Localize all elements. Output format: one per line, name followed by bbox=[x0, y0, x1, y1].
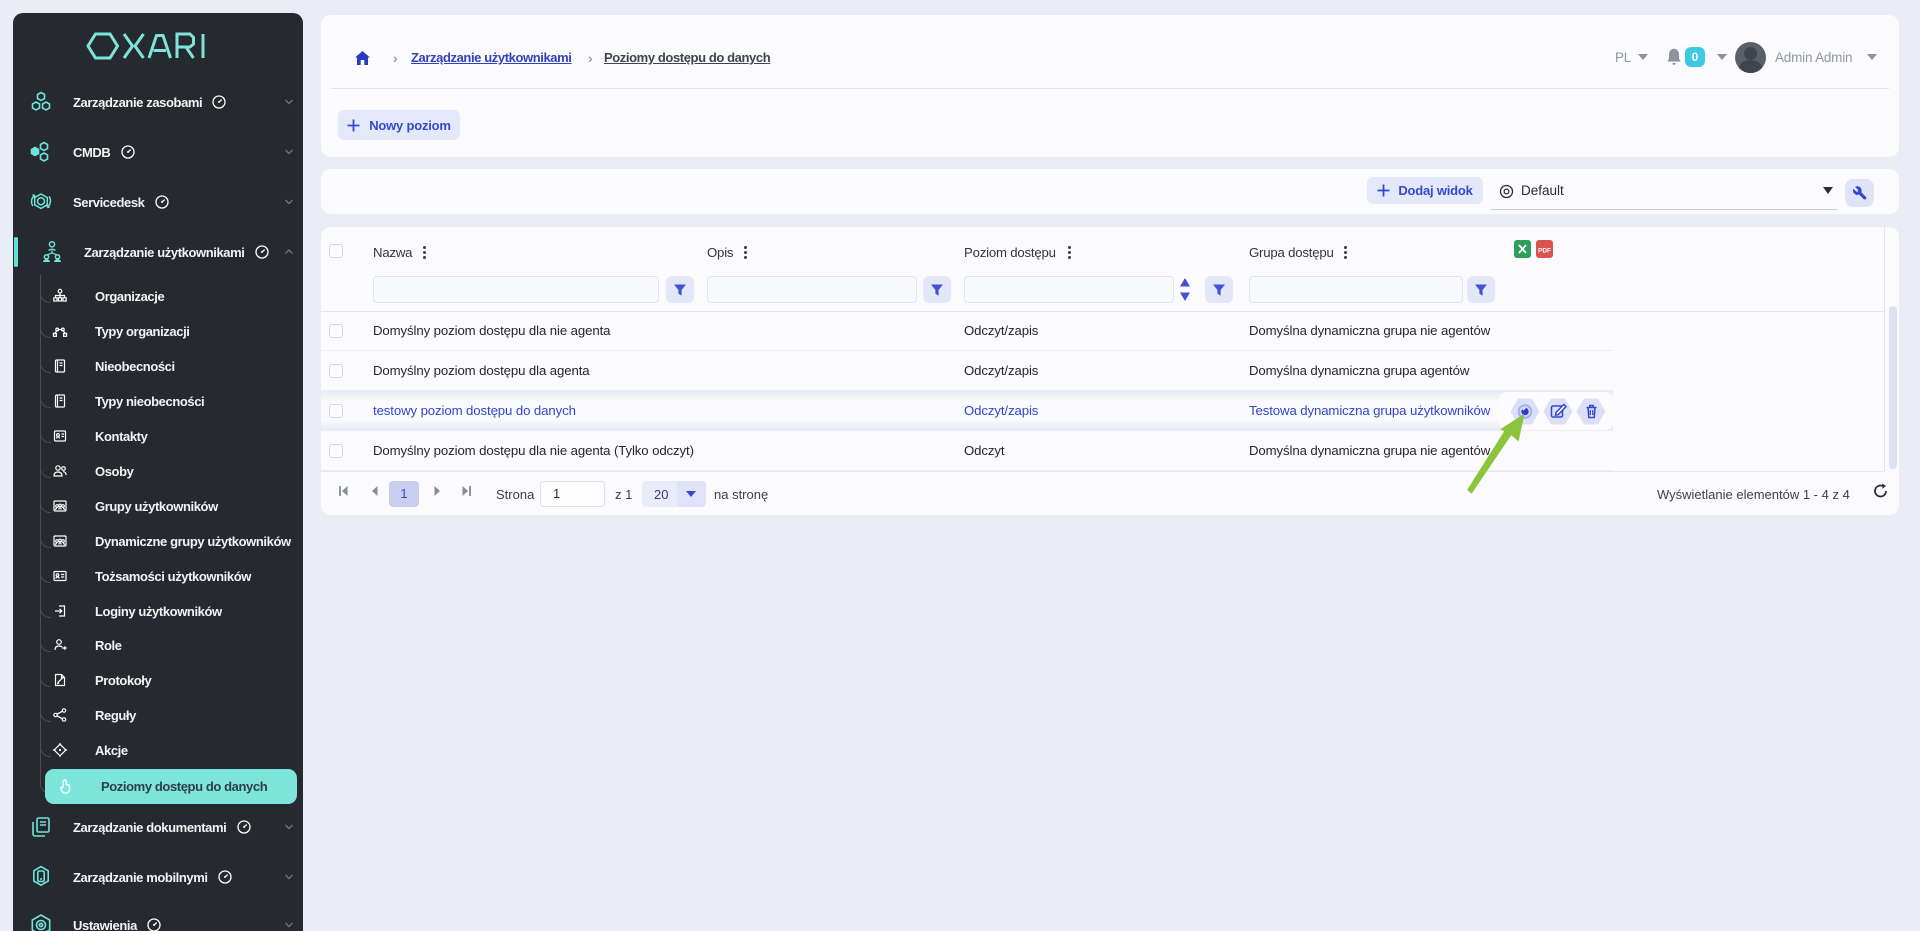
svg-text:PDF: PDF bbox=[1538, 248, 1551, 255]
